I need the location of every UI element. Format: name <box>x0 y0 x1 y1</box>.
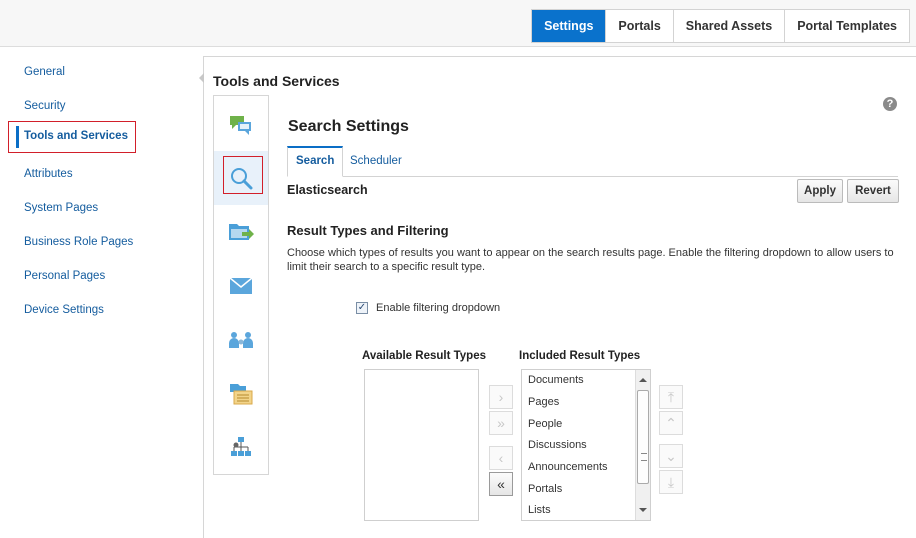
tab-settings[interactable]: Settings <box>532 10 606 42</box>
apply-button[interactable]: Apply <box>797 179 843 203</box>
enable-filtering-checkbox-row[interactable]: ✓ Enable filtering dropdown <box>356 302 500 314</box>
enable-filtering-label: Enable filtering dropdown <box>376 302 501 314</box>
grip-icon <box>641 453 647 461</box>
section-title: Result Types and Filtering <box>287 223 449 238</box>
available-types-list[interactable] <box>364 369 479 521</box>
top-bar: Settings Portals Shared Assets Portal Te… <box>0 0 916 47</box>
tab-portal-templates[interactable]: Portal Templates <box>784 10 909 42</box>
nav-item-label: Tools and Services <box>24 130 128 142</box>
mail-icon[interactable] <box>214 259 268 313</box>
move-to-bottom-button[interactable]: ⤓ <box>659 470 683 494</box>
list-item[interactable]: Discussions <box>528 439 587 451</box>
list-item[interactable]: People <box>528 418 562 430</box>
section-description: Choose which types of results you want t… <box>287 247 894 273</box>
tab-scheduler[interactable]: Scheduler <box>342 146 410 176</box>
move-down-button[interactable]: ⌄ <box>659 444 683 468</box>
list-icon[interactable] <box>214 367 268 421</box>
nav-item-personal-pages[interactable]: Personal Pages <box>24 270 105 282</box>
included-types-list[interactable]: Documents Pages People Discussions Annou… <box>521 369 651 521</box>
help-icon[interactable]: ? <box>883 97 897 111</box>
collapse-arrow-icon[interactable] <box>199 73 204 83</box>
nav-item-business-role-pages[interactable]: Business Role Pages <box>24 236 133 248</box>
people-icon[interactable] <box>214 313 268 367</box>
scroll-thumb[interactable] <box>637 390 649 484</box>
hierarchy-icon[interactable] <box>214 421 268 475</box>
nav-item-tools-and-services[interactable]: Tools and Services <box>8 121 136 153</box>
nav-item-attributes[interactable]: Attributes <box>24 168 73 180</box>
panel-title: Tools and Services <box>213 73 340 89</box>
scroll-up-icon[interactable] <box>639 378 647 382</box>
list-item[interactable]: Pages <box>528 396 559 408</box>
move-all-button[interactable]: » <box>489 411 513 435</box>
remove-all-button[interactable]: « <box>489 472 513 496</box>
included-list-scrollbar[interactable] <box>635 370 650 520</box>
move-to-top-button[interactable]: ⤒ <box>659 385 683 409</box>
search-subtabs: Search Scheduler <box>287 146 898 177</box>
selected-indicator <box>16 126 19 148</box>
tab-portals[interactable]: Portals <box>605 10 672 42</box>
included-types-title: Included Result Types <box>519 350 641 362</box>
available-types-title: Available Result Types <box>362 350 486 362</box>
folder-export-icon[interactable] <box>214 205 268 259</box>
list-item[interactable]: Announcements <box>528 461 608 473</box>
tab-search[interactable]: Search <box>287 146 344 177</box>
search-tool-item[interactable] <box>214 151 268 205</box>
move-button[interactable]: › <box>489 385 513 409</box>
selection-highlight-box <box>223 156 263 194</box>
remove-button[interactable]: ‹ <box>489 446 513 470</box>
tab-shared-assets[interactable]: Shared Assets <box>672 10 784 42</box>
enable-filtering-checkbox[interactable]: ✓ <box>356 302 368 314</box>
list-item[interactable]: Lists <box>528 504 551 516</box>
top-nav: Settings Portals Shared Assets Portal Te… <box>531 9 910 43</box>
nav-item-general[interactable]: General <box>24 66 65 78</box>
engine-label: Elasticsearch <box>287 183 368 197</box>
list-item[interactable]: Documents <box>528 374 584 386</box>
nav-item-device-settings[interactable]: Device Settings <box>24 304 104 316</box>
list-item[interactable]: Portals <box>528 483 562 495</box>
nav-item-security[interactable]: Security <box>24 100 66 112</box>
feedback-icon[interactable] <box>214 98 268 152</box>
tools-icon-rail <box>213 95 269 475</box>
search-settings-title: Search Settings <box>288 118 409 135</box>
nav-item-system-pages[interactable]: System Pages <box>24 202 98 214</box>
revert-button[interactable]: Revert <box>847 179 899 203</box>
scroll-down-icon[interactable] <box>639 508 647 512</box>
move-up-button[interactable]: ⌃ <box>659 411 683 435</box>
